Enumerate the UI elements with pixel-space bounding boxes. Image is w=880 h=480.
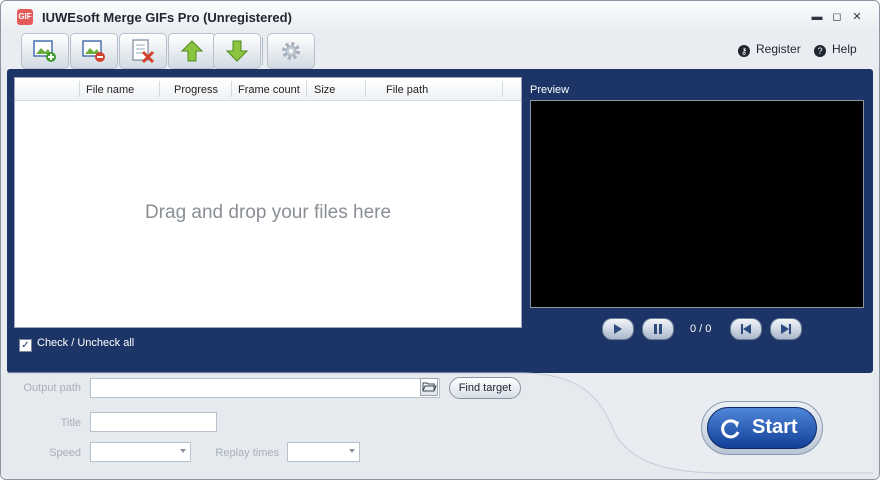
- column-progress[interactable]: Progress: [174, 84, 218, 96]
- start-button-face: Start: [707, 407, 817, 449]
- move-up-button[interactable]: [168, 33, 216, 69]
- output-path-input[interactable]: [90, 378, 440, 398]
- file-list-header: File name Progress Frame count Size File…: [15, 78, 521, 101]
- play-icon: [614, 324, 622, 334]
- pause-button[interactable]: [642, 318, 674, 340]
- close-button[interactable]: ✕: [849, 10, 865, 24]
- replay-times-label: Replay times: [215, 447, 279, 459]
- previous-frame-button[interactable]: [730, 318, 762, 340]
- chevron-down-icon: [180, 449, 186, 453]
- add-file-button[interactable]: [21, 33, 69, 69]
- skip-forward-icon: [781, 324, 791, 334]
- column-file-path[interactable]: File path: [386, 84, 428, 96]
- maximize-button[interactable]: ◻: [829, 10, 845, 24]
- folder-open-icon: [422, 382, 437, 392]
- next-frame-button[interactable]: [770, 318, 802, 340]
- speed-select[interactable]: [90, 442, 191, 462]
- column-divider: [159, 81, 160, 97]
- column-divider: [502, 81, 503, 97]
- app-window: GIF IUWEsoft Merge GIFs Pro (Unregistere…: [0, 0, 880, 480]
- minimize-button[interactable]: ▬: [809, 10, 825, 24]
- help-link[interactable]: ? Help: [814, 42, 857, 57]
- clear-list-button[interactable]: [119, 33, 167, 69]
- file-list[interactable]: File name Progress Frame count Size File…: [14, 77, 522, 328]
- play-button[interactable]: [602, 318, 634, 340]
- replay-times-select[interactable]: [287, 442, 360, 462]
- toolbar-divider: [262, 37, 263, 65]
- register-link[interactable]: ⚷ Register: [738, 42, 801, 57]
- start-label: Start: [752, 416, 798, 438]
- pause-icon: [654, 324, 662, 334]
- help-label: Help: [832, 42, 857, 56]
- image-add-icon: [33, 40, 56, 62]
- app-logo-icon: GIF: [17, 9, 33, 25]
- gear-icon: [282, 42, 300, 60]
- column-divider: [365, 81, 366, 97]
- preview-screen: [530, 100, 864, 308]
- column-frame-count[interactable]: Frame count: [238, 84, 300, 96]
- main-panel: File name Progress Frame count Size File…: [7, 69, 873, 373]
- title-label: Title: [60, 417, 81, 429]
- drop-hint: Drag and drop your files here: [144, 202, 392, 223]
- key-icon: ⚷: [738, 45, 750, 57]
- clear-list-icon: [132, 39, 155, 63]
- skip-back-icon: [741, 324, 751, 334]
- column-size[interactable]: Size: [314, 84, 335, 96]
- help-icon: ?: [814, 45, 826, 57]
- preview-label: Preview: [530, 84, 570, 96]
- frame-counter: 0 / 0: [690, 323, 712, 335]
- start-button[interactable]: Start: [701, 401, 823, 455]
- title-input[interactable]: [90, 412, 217, 432]
- column-divider: [306, 81, 307, 97]
- arrow-up-icon: [180, 40, 204, 62]
- move-down-button[interactable]: [213, 33, 261, 69]
- refresh-icon: [721, 419, 740, 439]
- browse-folder-button[interactable]: [420, 378, 438, 396]
- register-label: Register: [756, 42, 801, 56]
- check-all-checkbox[interactable]: ✓: [19, 339, 32, 352]
- chevron-down-icon: [349, 449, 355, 453]
- output-path-label: Output path: [23, 382, 82, 394]
- column-divider: [79, 81, 80, 97]
- find-target-button[interactable]: Find target: [449, 377, 521, 399]
- remove-file-button[interactable]: [70, 33, 118, 69]
- arrow-down-icon: [225, 40, 249, 62]
- column-divider: [231, 81, 232, 97]
- speed-label: Speed: [49, 447, 81, 459]
- column-file-name[interactable]: File name: [86, 84, 134, 96]
- image-remove-icon: [82, 40, 105, 62]
- settings-button[interactable]: [267, 33, 315, 69]
- window-title: IUWEsoft Merge GIFs Pro (Unregistered): [42, 10, 292, 25]
- check-all-label: Check / Uncheck all: [37, 337, 135, 349]
- check-all-toggle[interactable]: ✓ Check / Uncheck all: [19, 337, 134, 352]
- title-bar[interactable]: GIF IUWEsoft Merge GIFs Pro (Unregistere…: [1, 1, 879, 33]
